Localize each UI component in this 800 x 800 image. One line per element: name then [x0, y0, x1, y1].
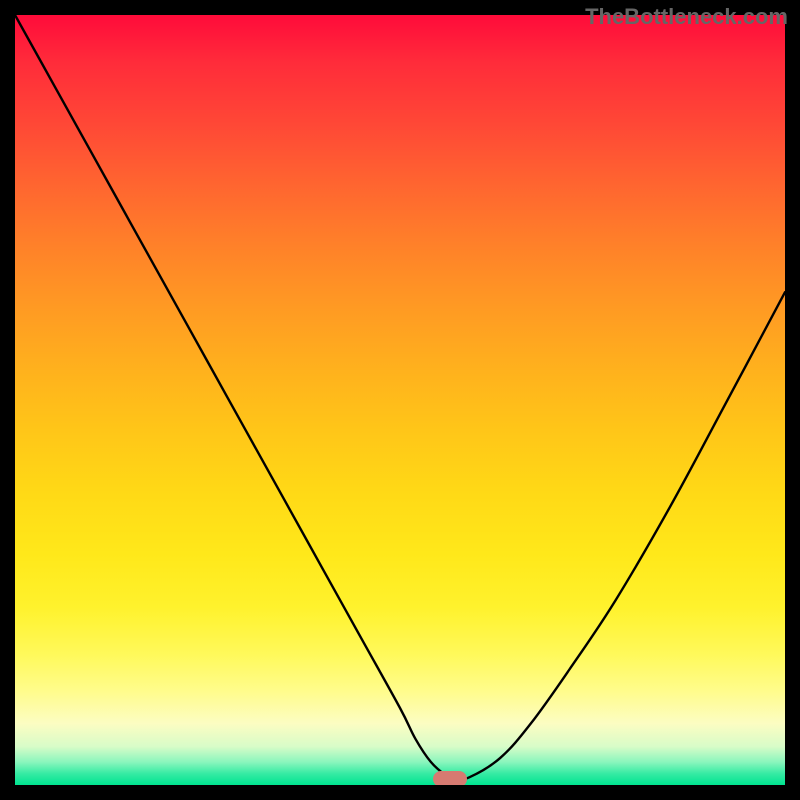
- curve-svg: [15, 15, 785, 785]
- plot-area: [15, 15, 785, 785]
- watermark-text: TheBottleneck.com: [585, 4, 788, 30]
- bottleneck-curve: [15, 15, 785, 780]
- optimal-point-marker: [433, 771, 467, 785]
